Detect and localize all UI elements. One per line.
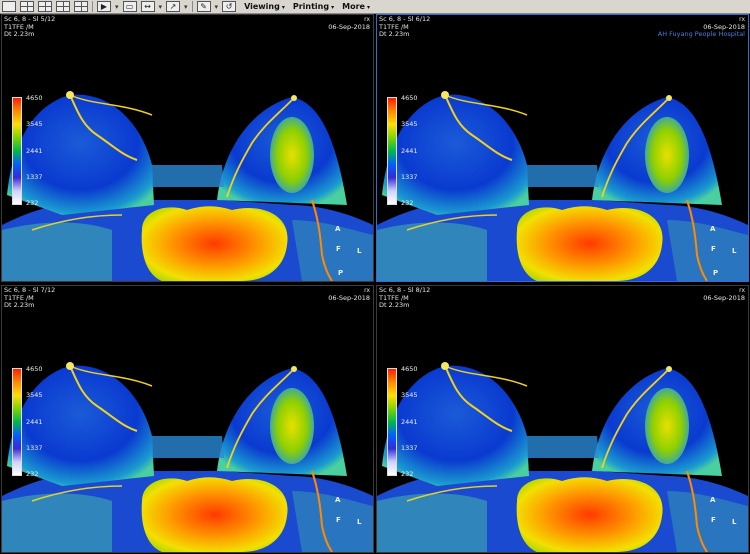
viewport-info-top-left: Sc 6, 8 - Sl 6/12 T1TFE /M Dt 2.23m: [379, 15, 430, 39]
colorbar-tick: 232: [401, 470, 414, 478]
viewport-info-top-right: rx 06-Sep-2018 AH Fuyang People Hospital: [658, 16, 745, 39]
colorbar: [387, 368, 397, 476]
dt-label: Dt 2.23m: [379, 301, 410, 309]
orientation-l: L: [357, 247, 362, 255]
menu-printing[interactable]: Printing ▾: [293, 2, 334, 11]
orientation-p: P: [713, 269, 719, 277]
colorbar-tick: 232: [26, 470, 39, 478]
colorbar-tick: 4650: [401, 365, 418, 373]
dt-label: Dt 2.23m: [4, 301, 35, 309]
orientation-l: L: [732, 518, 737, 526]
play-icon[interactable]: ▶: [97, 1, 111, 12]
viewport-info-top-left: Sc 6, 8 - Sl 7/12 T1TFE /M Dt 2.23m: [4, 286, 55, 310]
layout-2x1-icon[interactable]: [38, 1, 52, 12]
orientation-f: F: [711, 245, 716, 253]
orientation-l: L: [732, 247, 737, 255]
colorbar-tick: 3545: [26, 120, 43, 128]
viewport-bottom-right[interactable]: Sc 6, 8 - Sl 8/12 T1TFE /M Dt 2.23m rx 0…: [376, 285, 749, 553]
mri-image[interactable]: [2, 15, 373, 281]
grid-icon[interactable]: [74, 1, 88, 12]
orientation-a: A: [710, 496, 716, 504]
pointer-icon[interactable]: ↗: [166, 1, 181, 12]
viewport-grid: Sc 6, 8 - Sl 5/12 T1TFE /M Dt 2.23m rx 0…: [0, 14, 750, 554]
orientation-p: P: [338, 269, 344, 277]
colorbar-tick: 232: [26, 199, 39, 207]
mri-image[interactable]: [377, 286, 748, 552]
orientation-a: A: [335, 225, 341, 233]
viewport-info-top-right: rx 06-Sep-2018: [328, 16, 370, 31]
colorbar-tick: 1337: [26, 173, 43, 181]
annotate-icon[interactable]: ✎: [196, 1, 211, 12]
colorbar-tick: 4650: [26, 94, 43, 102]
cine-icon[interactable]: ▭: [122, 1, 137, 12]
viewport-info-top-left: Sc 6, 8 - Sl 5/12 T1TFE /M Dt 2.23m: [4, 15, 55, 39]
viewport-top-left[interactable]: Sc 6, 8 - Sl 5/12 T1TFE /M Dt 2.23m rx 0…: [1, 14, 374, 282]
chevron-down-icon: ▾: [331, 4, 335, 11]
dt-label: Dt 2.23m: [379, 30, 410, 38]
colorbar-tick: 1337: [26, 444, 43, 452]
viewport-info-top-right: rx 06-Sep-2018: [703, 287, 745, 302]
colorbar-tick: 2441: [401, 418, 418, 426]
orientation-f: F: [336, 245, 341, 253]
layout-1x1-icon[interactable]: [2, 1, 16, 12]
layout-2x2-icon[interactable]: [56, 1, 70, 12]
viewport-bottom-left[interactable]: Sc 6, 8 - Sl 7/12 T1TFE /M Dt 2.23m rx 0…: [1, 285, 374, 553]
colorbar-tick: 3545: [401, 391, 418, 399]
mri-image[interactable]: [2, 286, 373, 552]
orientation-f: F: [336, 516, 341, 524]
measure-icon[interactable]: ↔: [140, 1, 155, 12]
toolbar-separator: [92, 1, 93, 12]
date-label: 06-Sep-2018: [328, 22, 370, 31]
colorbar-tick: 1337: [401, 444, 418, 452]
chevron-down-icon: ▾: [281, 4, 285, 11]
colorbar-tick: 232: [401, 199, 414, 207]
hospital-label: AH Fuyang People Hospital: [657, 30, 745, 38]
chevron-down-icon[interactable]: ▾: [184, 3, 188, 11]
date-label: 06-Sep-2018: [703, 293, 745, 302]
colorbar-tick: 2441: [401, 147, 418, 155]
colorbar-tick: 3545: [26, 391, 43, 399]
orientation-f: F: [711, 516, 716, 524]
colorbar: [12, 368, 22, 476]
toolbar-separator: [191, 1, 193, 12]
chevron-down-icon[interactable]: ▾: [159, 3, 163, 11]
viewport-top-right[interactable]: Sc 6, 8 - Sl 6/12 T1TFE /M Dt 2.23m rx 0…: [376, 14, 749, 282]
colorbar-tick: 4650: [401, 94, 418, 102]
viewport-info-top-right: rx 06-Sep-2018: [328, 287, 370, 302]
orientation-a: A: [710, 225, 716, 233]
layout-1x2-icon[interactable]: [20, 1, 34, 12]
menu-viewing[interactable]: Viewing ▾: [244, 2, 285, 11]
dt-label: Dt 2.23m: [4, 30, 35, 38]
colorbar-tick: 4650: [26, 365, 43, 373]
orientation-l: L: [357, 518, 362, 526]
viewport-info-top-left: Sc 6, 8 - Sl 8/12 T1TFE /M Dt 2.23m: [379, 286, 430, 310]
reset-icon[interactable]: ↺: [222, 1, 237, 12]
colorbar-tick: 2441: [26, 147, 43, 155]
orientation-a: A: [335, 496, 341, 504]
mri-image[interactable]: [377, 15, 748, 281]
toolbar: ▶ ▾ ▭ ↔ ▾ ↗ ▾ ✎ ▾ ↺ Viewing ▾ Printing ▾ M…: [0, 0, 750, 14]
colorbar-tick: 3545: [401, 120, 418, 128]
colorbar: [387, 97, 397, 205]
colorbar: [12, 97, 22, 205]
menu-more[interactable]: More ▾: [342, 2, 370, 11]
colorbar-tick: 1337: [401, 173, 418, 181]
chevron-down-icon[interactable]: ▾: [115, 3, 119, 11]
colorbar-tick: 2441: [26, 418, 43, 426]
chevron-down-icon: ▾: [366, 4, 370, 11]
date-label: 06-Sep-2018: [328, 293, 370, 302]
chevron-down-icon[interactable]: ▾: [215, 3, 219, 11]
